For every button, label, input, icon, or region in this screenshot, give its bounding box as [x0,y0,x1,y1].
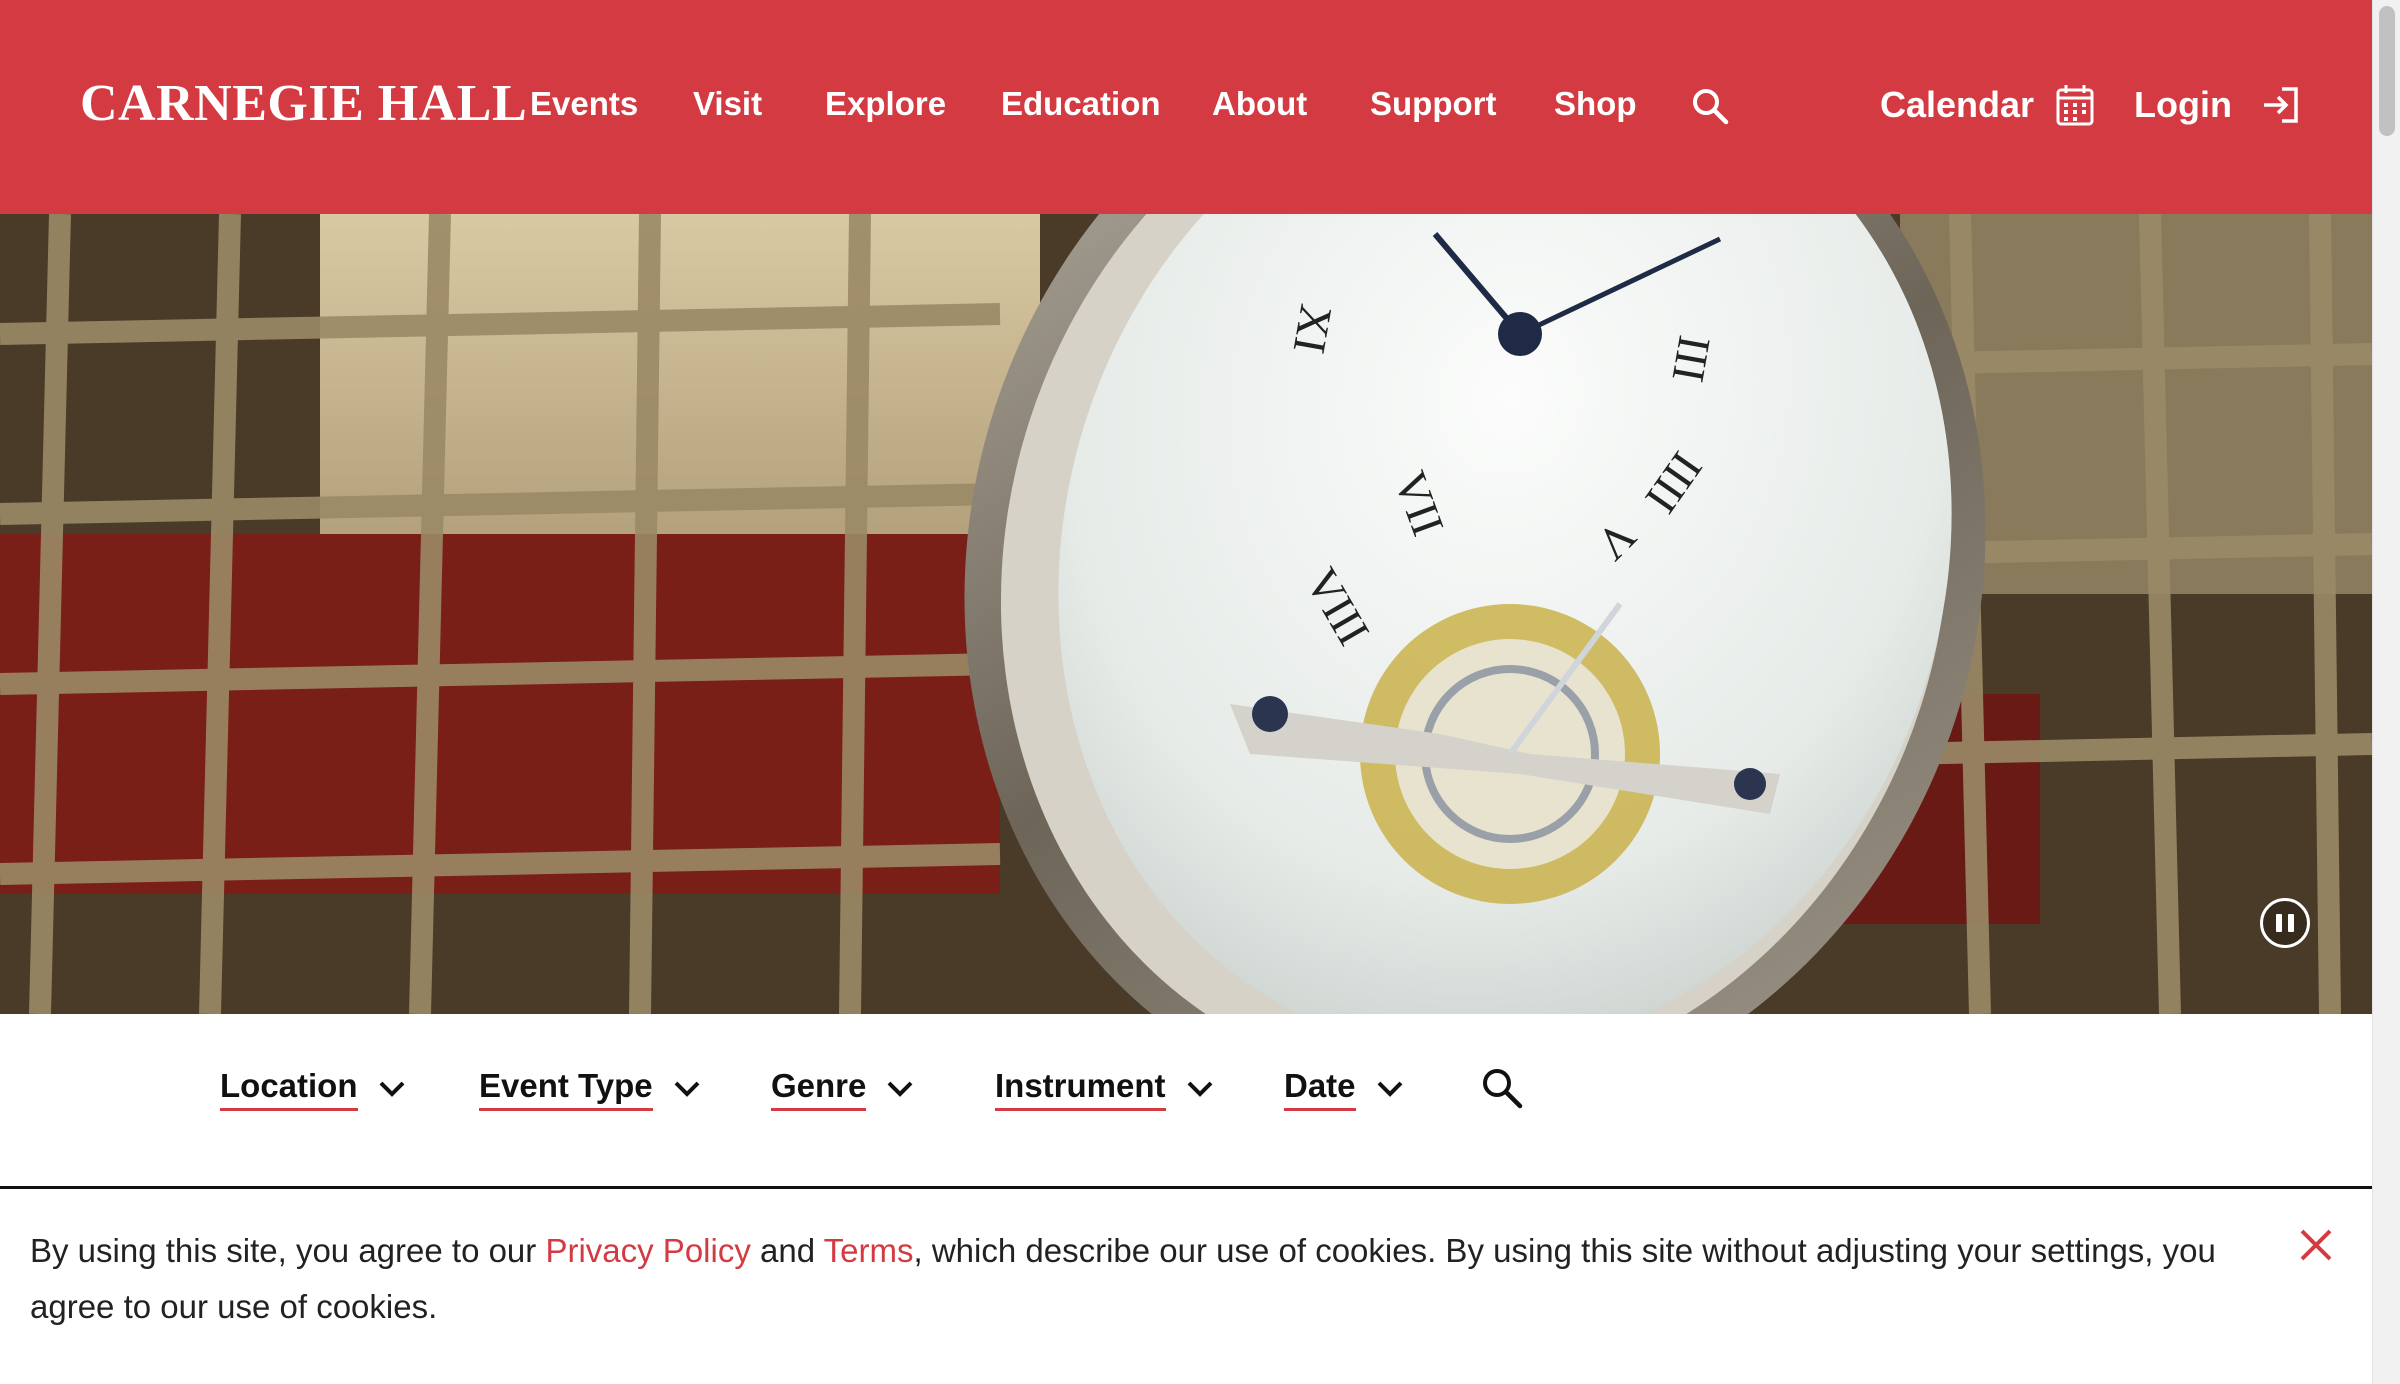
svg-text:III: III [1662,332,1720,386]
calendar-label: Calendar [1880,84,2035,125]
filter-label: Event Type [479,1066,653,1111]
event-filters: Location Event Type Genre Instrument Dat… [0,1014,2372,1190]
login-link[interactable]: Login [2134,80,2300,130]
svg-text:XI: XI [1284,301,1343,358]
filter-label: Date [1284,1066,1356,1111]
terms-link[interactable]: Terms [824,1232,914,1269]
search-icon[interactable] [1690,86,1730,126]
close-icon[interactable] [2296,1225,2336,1265]
scrollbar[interactable] [2372,0,2400,1384]
chevron-down-icon [887,1081,913,1097]
filter-date[interactable]: Date [1284,1066,1404,1111]
hero-image: XI VIII VII III IIII V [0,214,2372,1014]
nav-explore[interactable]: Explore [825,84,946,124]
nav-events[interactable]: Events [530,84,638,124]
login-icon [2263,87,2298,123]
hero-video: XI VIII VII III IIII V [0,214,2372,1014]
calendar-icon [2056,85,2094,126]
chevron-down-icon [674,1081,700,1097]
pause-button[interactable] [2260,898,2310,948]
search-icon[interactable] [1480,1066,1524,1110]
chevron-down-icon [379,1081,404,1097]
filter-label: Location [220,1066,358,1111]
filter-event-type[interactable]: Event Type [479,1066,701,1111]
pause-icon [2276,914,2282,932]
privacy-policy-link[interactable]: Privacy Policy [545,1232,750,1269]
cookie-banner: By using this site, you agree to our Pri… [0,1189,2372,1384]
filter-label: Genre [771,1066,867,1111]
filter-instrument[interactable]: Instrument [995,1066,1214,1111]
cookie-message: By using this site, you agree to our Pri… [30,1223,2260,1335]
nav-about[interactable]: About [1212,84,1307,124]
nav-shop[interactable]: Shop [1554,84,1636,124]
scrollbar-thumb[interactable] [2379,6,2395,136]
site-header: CARNEGIE HALL Events Visit Explore Educa… [0,0,2372,214]
nav-support[interactable]: Support [1370,84,1496,124]
nav-education[interactable]: Education [1001,84,1161,124]
cookie-text: and [750,1232,824,1269]
filter-location[interactable]: Location [220,1066,406,1111]
chevron-down-icon [1377,1081,1402,1097]
login-label: Login [2134,84,2232,125]
cookie-text: By using this site, you agree to our [30,1232,546,1269]
filter-genre[interactable]: Genre [771,1066,914,1111]
chevron-down-icon [1187,1081,1212,1097]
calendar-link[interactable]: Calendar [1880,80,2094,130]
site-logo[interactable]: CARNEGIE HALL [80,72,527,136]
filter-label: Instrument [995,1066,1166,1111]
nav-visit[interactable]: Visit [693,84,762,124]
